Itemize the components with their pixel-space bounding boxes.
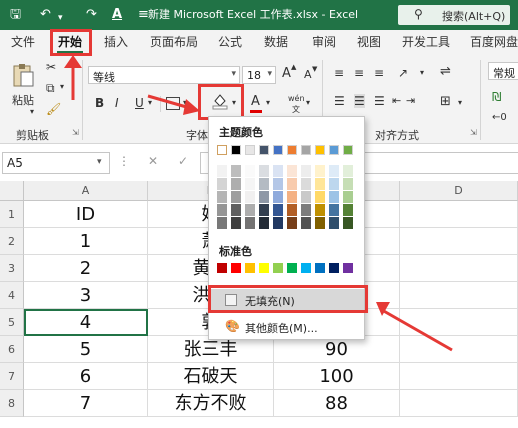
arrow-head-icon	[183, 99, 200, 115]
arrow-to-no-fill	[381, 308, 453, 352]
arrow-head-icon	[64, 55, 82, 68]
annotation-arrows	[64, 55, 453, 352]
arrow-to-fill-color	[147, 94, 191, 110]
